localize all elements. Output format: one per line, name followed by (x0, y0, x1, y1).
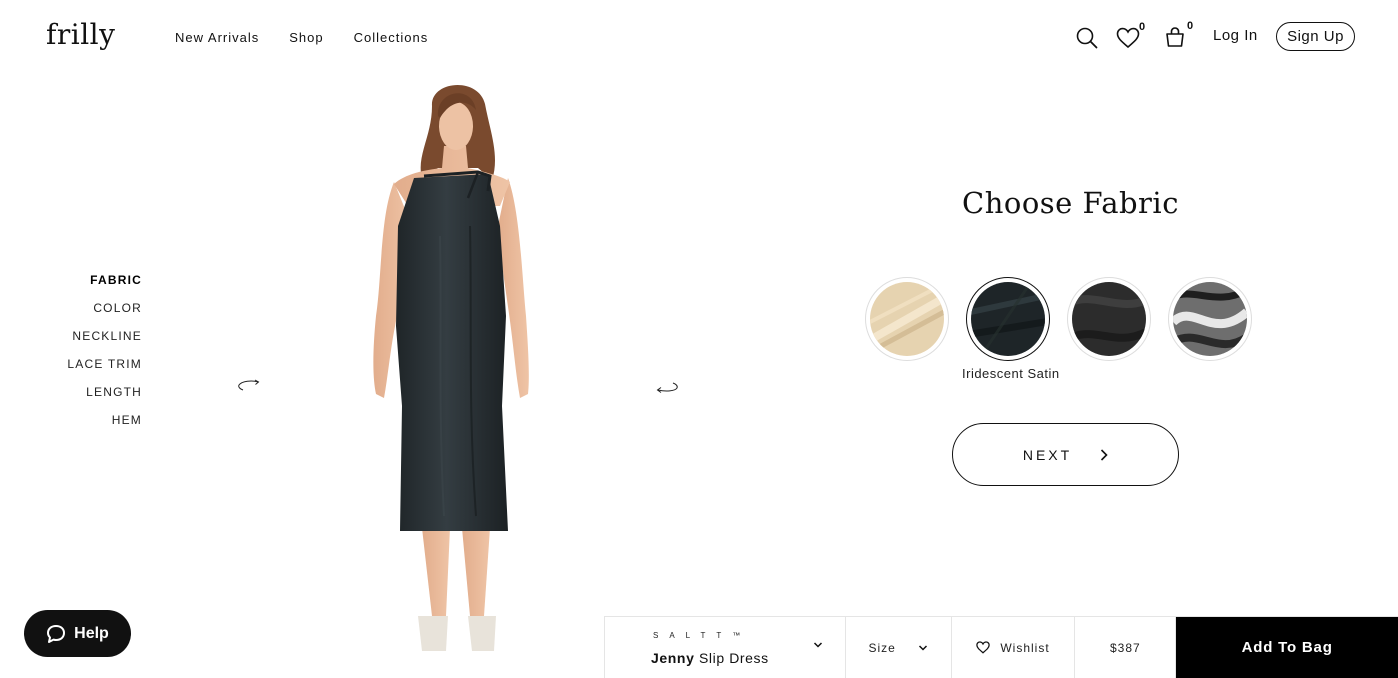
wishlist-button[interactable]: Wishlist (952, 617, 1076, 678)
price: $387 (1075, 617, 1177, 678)
search-icon[interactable] (1076, 27, 1098, 49)
product-selector[interactable]: SALTT™ Jenny Slip Dress (605, 617, 846, 678)
size-label: Size (868, 640, 896, 655)
charcoal-silk-swatch-image (1072, 282, 1146, 356)
heart-icon (1116, 27, 1140, 49)
next-button-label: NEXT (1022, 446, 1073, 463)
iridescent-satin-swatch-image (971, 282, 1045, 356)
wishlist-count-badge: 0 (1139, 21, 1146, 33)
beige-satin-swatch-image (870, 282, 944, 356)
help-label: Help (74, 624, 109, 642)
nav-new-arrivals[interactable]: New Arrivals (175, 30, 259, 45)
shopping-bag-icon (1166, 27, 1184, 47)
cart-count-badge: 0 (1187, 20, 1194, 32)
product-bar: SALTT™ Jenny Slip Dress Size Wishlist $3… (604, 616, 1398, 678)
customization-steps: FABRIC COLOR NECKLINE LACE TRIM LENGTH H… (67, 266, 142, 434)
add-to-bag-button[interactable]: Add To Bag (1176, 617, 1398, 678)
step-hem[interactable]: HEM (67, 406, 142, 434)
selected-fabric-label: Iridescent Satin (962, 366, 1060, 381)
chevron-down-icon (918, 644, 927, 651)
choose-fabric-title: Choose Fabric (962, 186, 1179, 220)
wishlist-label: Wishlist (1000, 640, 1050, 655)
fabric-swatch-metallic[interactable] (1168, 277, 1252, 361)
heart-icon (976, 641, 991, 654)
nav-shop[interactable]: Shop (289, 30, 323, 45)
main-nav: New Arrivals Shop Collections (175, 30, 428, 45)
next-button[interactable]: NEXT (952, 423, 1179, 486)
chat-bubble-icon (47, 624, 66, 643)
metallic-silver-swatch-image (1173, 282, 1247, 356)
step-neckline[interactable]: NECKLINE (67, 322, 142, 350)
chevron-down-icon (813, 642, 822, 648)
nav-collections[interactable]: Collections (354, 30, 429, 45)
fabric-swatch-iridescent-satin[interactable] (966, 277, 1050, 361)
step-lace-trim[interactable]: LACE TRIM (67, 350, 142, 378)
dress-model-image (373, 85, 529, 651)
help-chat-button[interactable]: Help (24, 610, 131, 657)
frilly-logo[interactable]: frilly (46, 18, 115, 51)
chevron-right-icon (1101, 448, 1108, 461)
login-link[interactable]: Log In (1213, 27, 1258, 44)
size-selector[interactable]: Size (846, 617, 952, 678)
cart-header-button[interactable]: 0 (1165, 20, 1197, 50)
step-length[interactable]: LENGTH (67, 378, 142, 406)
step-fabric[interactable]: FABRIC (67, 266, 142, 294)
product-name-bold: Jenny (651, 650, 695, 666)
brand-name: SALTT™ (653, 631, 752, 640)
rotate-right-icon[interactable] (654, 380, 680, 394)
wishlist-header-button[interactable]: 0 (1116, 21, 1148, 49)
signup-button[interactable]: Sign Up (1276, 22, 1355, 51)
product-name: Jenny Slip Dress (651, 650, 769, 666)
step-color[interactable]: COLOR (67, 294, 142, 322)
rotate-left-icon[interactable] (236, 379, 262, 393)
fabric-swatch-beige[interactable] (865, 277, 949, 361)
product-name-rest: Slip Dress (698, 650, 769, 666)
fabric-swatch-charcoal[interactable] (1067, 277, 1151, 361)
